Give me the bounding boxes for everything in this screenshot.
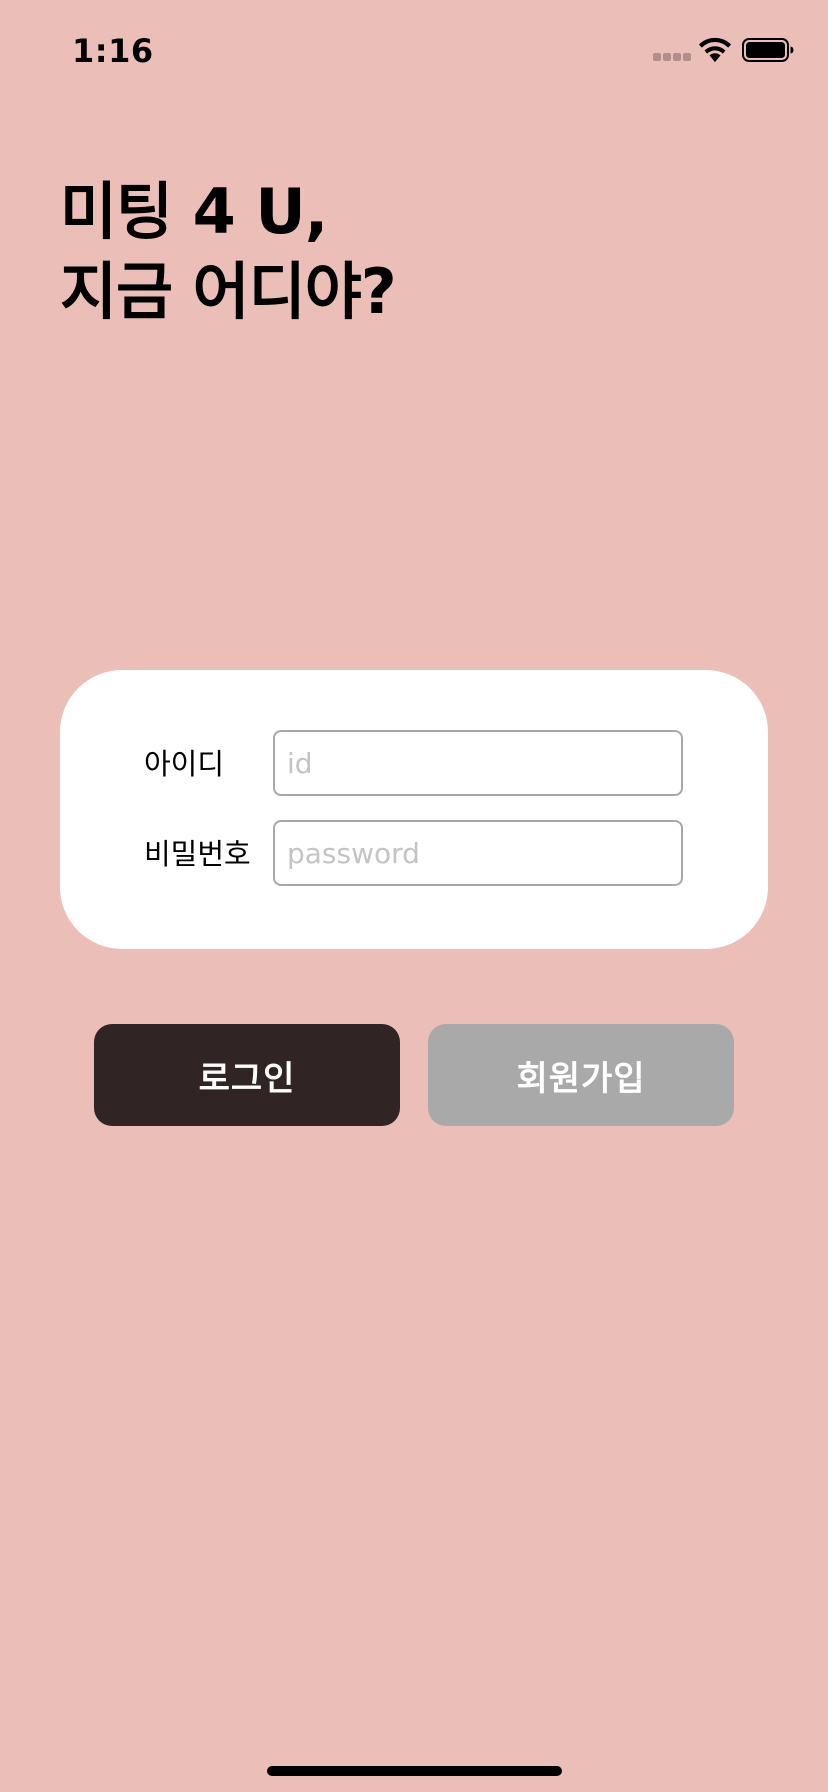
page-title: 미팅 4 U, 지금 어디야? <box>60 172 397 332</box>
id-label: 아이디 <box>144 747 225 781</box>
status-bar: 1:16 <box>0 0 828 100</box>
id-input[interactable] <box>273 730 683 796</box>
login-card: 아이디 비밀번호 <box>60 670 768 949</box>
status-time: 1:16 <box>72 32 154 70</box>
title-line-2: 지금 어디야? <box>60 255 397 328</box>
wifi-icon <box>699 37 731 62</box>
cellular-signal-icon <box>653 53 691 61</box>
password-label: 비밀번호 <box>144 837 251 871</box>
battery-icon <box>742 38 794 62</box>
login-button[interactable]: 로그인 <box>94 1024 400 1126</box>
signup-button[interactable]: 회원가입 <box>428 1024 734 1126</box>
password-input[interactable] <box>273 820 683 886</box>
home-indicator[interactable] <box>267 1766 562 1776</box>
title-line-1: 미팅 4 U, <box>60 175 328 248</box>
